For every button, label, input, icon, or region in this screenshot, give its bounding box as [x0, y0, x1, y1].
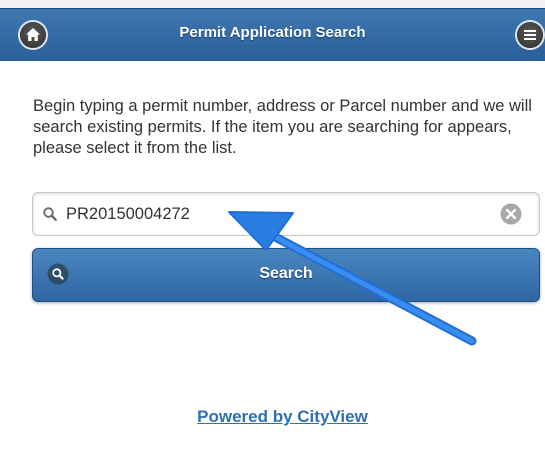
search-button-label: Search	[259, 265, 313, 282]
main-content: Begin typing a permit number, address or…	[0, 61, 545, 460]
clear-icon[interactable]	[500, 203, 522, 225]
app-page: Permit Application Search Begin typing a…	[0, 0, 545, 460]
page-title: Permit Application Search	[179, 24, 366, 41]
menu-button[interactable]	[517, 22, 543, 48]
search-input[interactable]	[66, 202, 486, 226]
instructions-text: Begin typing a permit number, address or…	[33, 97, 532, 157]
search-field[interactable]	[32, 192, 540, 236]
menu-icon	[524, 30, 536, 40]
search-button[interactable]: Search	[32, 248, 540, 302]
header-bar: Permit Application Search	[0, 8, 545, 62]
search-icon	[43, 207, 57, 221]
powered-by-link[interactable]: Powered by CityView	[0, 407, 545, 427]
